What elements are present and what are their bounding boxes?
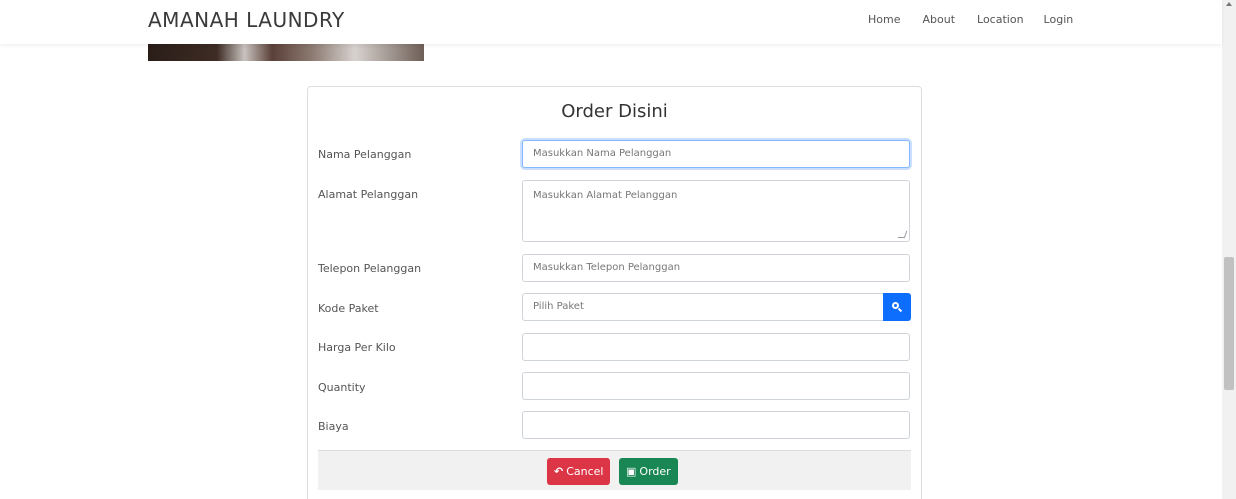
nav-link-about[interactable]: About xyxy=(922,13,955,26)
cancel-button[interactable]: ↶ Cancel xyxy=(547,458,611,485)
input-quantity[interactable] xyxy=(522,372,910,400)
label-harga-per-kilo: Harga Per Kilo xyxy=(318,341,396,354)
order-button-label: Order xyxy=(639,465,671,478)
nav-link-home[interactable]: Home xyxy=(868,13,900,26)
scroll-up-icon[interactable] xyxy=(1226,2,1232,6)
label-biaya: Biaya xyxy=(318,420,349,433)
nav-link-location[interactable]: Location xyxy=(977,13,1024,26)
undo-icon: ↶ xyxy=(554,465,564,478)
hero-image xyxy=(148,44,424,61)
nav-link-login[interactable]: Login xyxy=(1044,13,1074,26)
brand-logo-text[interactable]: AMANAH LAUNDRY xyxy=(148,8,345,32)
navbar: AMANAH LAUNDRY Home About Location Login xyxy=(0,0,1222,44)
input-telepon-pelanggan[interactable]: Masukkan Telepon Pelanggan xyxy=(522,254,910,282)
input-kode-paket[interactable]: Pilih Paket xyxy=(522,293,884,321)
label-telepon-pelanggan: Telepon Pelanggan xyxy=(318,262,422,275)
input-nama-pelanggan[interactable]: Masukkan Nama Pelanggan xyxy=(522,140,910,168)
cancel-button-label: Cancel xyxy=(566,465,604,478)
page-scrollbar[interactable] xyxy=(1222,0,1236,499)
label-alamat-pelanggan: Alamat Pelanggan xyxy=(318,188,419,201)
order-button[interactable]: ▣ Order xyxy=(619,458,678,485)
label-nama-pelanggan: Nama Pelanggan xyxy=(318,148,412,161)
input-biaya[interactable] xyxy=(522,411,910,439)
save-icon: ▣ xyxy=(626,465,637,478)
scrollbar-thumb[interactable] xyxy=(1224,257,1234,390)
form-title: Order Disini xyxy=(561,101,668,122)
order-form-card: Order Disini Nama Pelanggan Masukkan Nam… xyxy=(307,86,922,499)
nav-links: Home About Location Login xyxy=(868,13,1073,26)
search-icon xyxy=(892,302,903,313)
label-kode-paket: Kode Paket xyxy=(318,302,379,315)
label-quantity: Quantity xyxy=(318,381,366,394)
search-paket-button[interactable] xyxy=(883,293,911,321)
textarea-alamat-pelanggan[interactable]: Masukkan Alamat Pelanggan xyxy=(522,180,910,242)
page: AMANAH LAUNDRY Home About Location Login… xyxy=(0,0,1236,499)
textarea-alamat-placeholder: Masukkan Alamat Pelanggan xyxy=(533,190,678,201)
form-footer: ↶ Cancel ▣ Order xyxy=(318,450,911,490)
input-harga-per-kilo[interactable] xyxy=(522,333,910,361)
resize-handle-icon[interactable] xyxy=(897,231,908,238)
